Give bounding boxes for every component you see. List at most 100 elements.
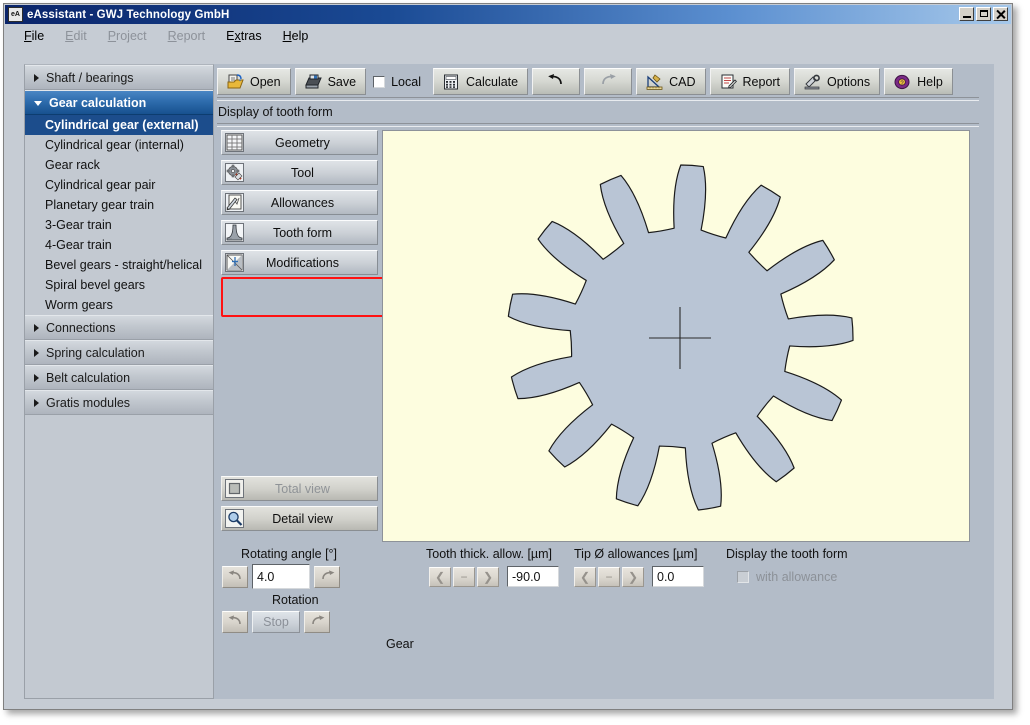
tooth-thickness-input[interactable]: -90.0 — [507, 566, 559, 587]
maximize-button[interactable] — [976, 7, 991, 21]
local-checkbox[interactable] — [373, 76, 385, 88]
tab-tool[interactable]: Tool — [221, 160, 378, 185]
rotation-label: Rotation — [272, 593, 319, 607]
with-allowance-group[interactable]: with allowance — [737, 570, 837, 584]
window-title: eAssistant - GWJ Technology GmbH — [27, 9, 229, 21]
sidebar-group-spring-calculation[interactable]: Spring calculation — [25, 340, 213, 365]
sidebar-item-planetary-gear-train[interactable]: Planetary gear train — [25, 195, 213, 215]
report-button[interactable]: Report — [710, 68, 791, 95]
floppy-disk-icon — [305, 74, 322, 90]
sidebar-item-gear-rack[interactable]: Gear rack — [25, 155, 213, 175]
annotation-highlight-tooth-form — [221, 277, 393, 317]
rotation-stop-button[interactable]: Stop — [252, 611, 300, 633]
pencil-chart-icon — [225, 193, 244, 212]
tab-geometry[interactable]: Geometry — [221, 130, 378, 155]
rotating-angle-label: Rotating angle [°] — [241, 547, 337, 561]
save-button-label: Save — [328, 75, 357, 89]
redo-button[interactable] — [584, 68, 632, 95]
rotation-ccw-button[interactable] — [222, 611, 248, 633]
chevron-left-icon: ❮ — [435, 570, 445, 584]
chevron-right-icon: ❯ — [483, 570, 493, 584]
tip-allowances-reset-button[interactable]: − — [598, 567, 620, 587]
sidebar-group-connections[interactable]: Connections — [25, 315, 213, 340]
tooth-thickness-prev-button[interactable]: ❮ — [429, 567, 451, 587]
sidebar-item-label: Cylindrical gear (internal) — [45, 138, 184, 152]
save-button[interactable]: Save — [295, 68, 367, 95]
sidebar-item-label: Cylindrical gear (external) — [45, 118, 199, 132]
square-view-icon — [225, 479, 244, 498]
with-allowance-checkbox[interactable] — [737, 571, 749, 583]
sidebar-group-label: Gear calculation — [49, 96, 146, 110]
menu-file[interactable]: File — [24, 29, 44, 43]
sidebar-group-label: Gratis modules — [46, 396, 130, 410]
tip-allowances-next-button[interactable]: ❯ — [622, 567, 644, 587]
sidebar-item-cylindrical-gear-internal[interactable]: Cylindrical gear (internal) — [25, 135, 213, 155]
close-button[interactable] — [993, 7, 1008, 21]
sidebar-group-label: Connections — [46, 321, 116, 335]
rotating-angle-group: 4.0 — [222, 564, 340, 589]
tab-modifications[interactable]: Modifications — [221, 250, 378, 275]
title-bar: eA eAssistant - GWJ Technology GmbH — [5, 5, 1011, 24]
calculate-button[interactable]: Calculate — [433, 68, 528, 95]
sidebar-item-3-gear-train[interactable]: 3-Gear train — [25, 215, 213, 235]
tooth-thickness-reset-button[interactable]: − — [453, 567, 475, 587]
cad-button-label: CAD — [669, 75, 695, 89]
total-view-button[interactable]: Total view — [221, 476, 378, 501]
tab-modifications-label: Modifications — [244, 256, 377, 270]
menu-project[interactable]: Project — [108, 29, 147, 43]
application-window: eA eAssistant - GWJ Technology GmbH File… — [3, 3, 1013, 710]
detail-view-button[interactable]: Detail view — [221, 506, 378, 531]
rotate-cw-button[interactable] — [314, 566, 340, 588]
sidebar-item-4-gear-train[interactable]: 4-Gear train — [25, 235, 213, 255]
calculate-button-label: Calculate — [466, 75, 518, 89]
report-button-label: Report — [743, 75, 781, 89]
sidebar-item-spiral-bevel-gears[interactable]: Spiral bevel gears — [25, 275, 213, 295]
menu-extras[interactable]: Extras — [226, 29, 261, 43]
options-tools-icon — [804, 74, 821, 90]
toolbar: Open Save Local — [217, 67, 980, 96]
options-button[interactable]: Options — [794, 68, 880, 95]
cad-ruler-icon — [646, 74, 663, 90]
sidebar-group-gratis-modules[interactable]: Gratis modules — [25, 390, 213, 415]
undo-button[interactable] — [532, 68, 580, 95]
sidebar-item-worm-gears[interactable]: Worm gears — [25, 295, 213, 315]
rotation-cw-button[interactable] — [304, 611, 330, 633]
menu-help[interactable]: Help — [283, 29, 309, 43]
sidebar-item-cylindrical-gear-pair[interactable]: Cylindrical gear pair — [25, 175, 213, 195]
cad-button[interactable]: CAD — [636, 68, 705, 95]
tab-allowances[interactable]: Allowances — [221, 190, 378, 215]
sidebar-group-gear-calculation[interactable]: Gear calculation — [25, 90, 213, 115]
tab-tool-label: Tool — [244, 166, 377, 180]
sidebar-item-label: Bevel gears - straight/helical — [45, 258, 202, 272]
rotating-angle-input[interactable]: 4.0 — [252, 564, 310, 589]
menu-edit-label: dit — [74, 29, 87, 43]
tip-allowances-prev-button[interactable]: ❮ — [574, 567, 596, 587]
sidebar-item-bevel-gears[interactable]: Bevel gears - straight/helical — [25, 255, 213, 275]
rotate-ccw-button[interactable] — [222, 566, 248, 588]
display-tooth-form-label: Display the tooth form — [726, 547, 848, 561]
help-button[interactable]: ? Help — [884, 68, 953, 95]
undo-arrow-icon — [547, 73, 565, 90]
open-folder-icon — [227, 74, 244, 90]
local-checkbox-group[interactable]: Local — [370, 75, 429, 89]
minimize-button[interactable] — [959, 7, 974, 21]
chevron-down-icon — [34, 101, 42, 106]
report-document-icon — [720, 74, 737, 90]
minus-icon: − — [460, 570, 467, 584]
tooth-thickness-next-button[interactable]: ❯ — [477, 567, 499, 587]
tip-allowances-input[interactable]: 0.0 — [652, 566, 704, 587]
sidebar-group-shaft-bearings[interactable]: Shaft / bearings — [25, 65, 213, 90]
detail-view-label: Detail view — [244, 512, 377, 526]
menu-edit[interactable]: Edit — [65, 29, 87, 43]
tooth-form-canvas[interactable] — [382, 130, 970, 542]
modification-icon — [225, 253, 244, 272]
sidebar-group-belt-calculation[interactable]: Belt calculation — [25, 365, 213, 390]
chevron-right-icon — [34, 74, 39, 82]
menu-report[interactable]: Report — [168, 29, 206, 43]
open-button[interactable]: Open — [217, 68, 291, 95]
tab-tooth-form[interactable]: Tooth form — [221, 220, 378, 245]
rotation-group: Stop — [222, 611, 330, 633]
redo-arrow-icon — [599, 73, 617, 90]
magnifier-icon — [225, 509, 244, 528]
sidebar-item-cylindrical-gear-external[interactable]: Cylindrical gear (external) — [25, 115, 213, 135]
